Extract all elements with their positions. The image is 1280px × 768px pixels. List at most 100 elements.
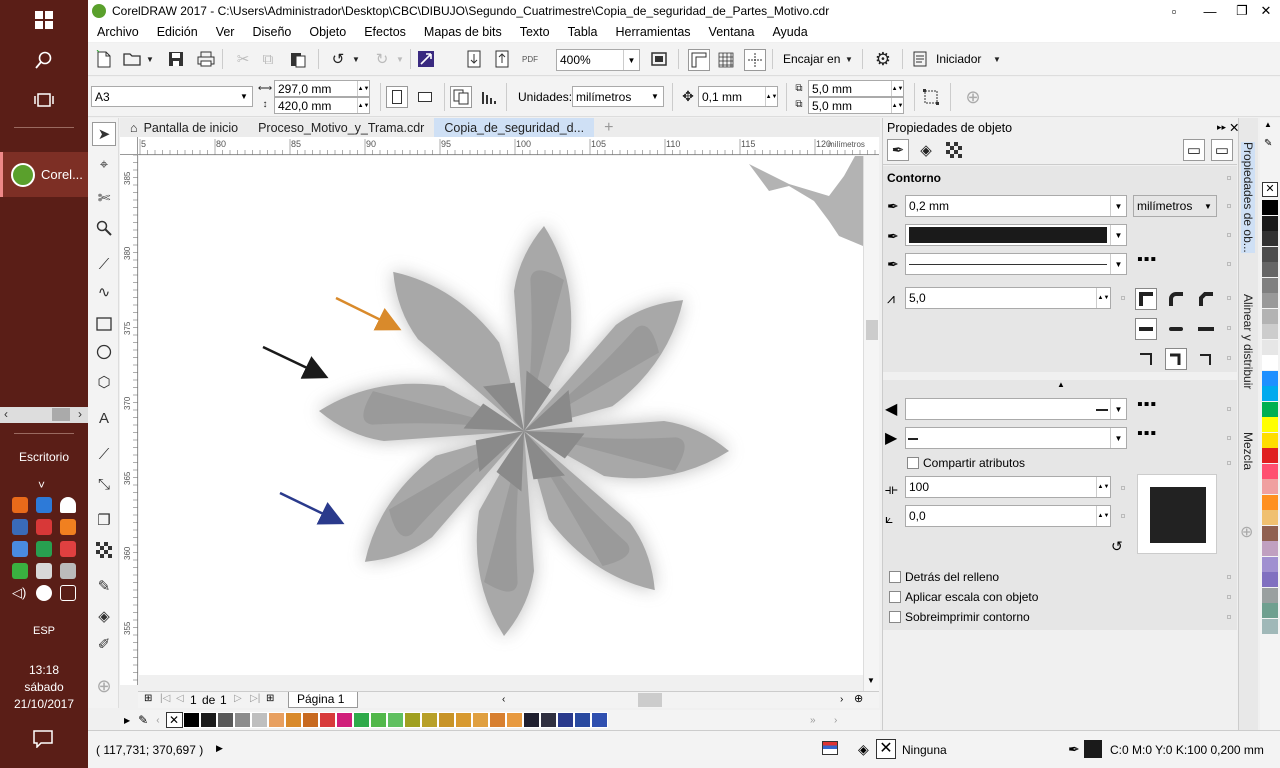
chevron-down-icon[interactable]: ▼ — [1110, 196, 1126, 216]
shape-tool-icon[interactable]: ⌖ — [92, 152, 116, 176]
chevron-down-icon[interactable]: ˅ — [38, 478, 45, 492]
color-swatch[interactable] — [1262, 479, 1278, 494]
text-tool-icon[interactable]: A — [92, 406, 116, 430]
spin-icon[interactable]: ▲▼ — [357, 98, 369, 113]
full-screen-icon[interactable] — [648, 49, 670, 69]
scroll-right-icon[interactable]: › — [78, 407, 82, 421]
page-width-field[interactable]: 297,0 mm ▲▼ — [274, 80, 370, 97]
show-rulers-icon[interactable] — [688, 49, 710, 71]
color-swatch[interactable] — [1262, 215, 1278, 231]
ellipse-tool-icon[interactable] — [92, 340, 116, 364]
all-pages-icon[interactable] — [450, 86, 472, 108]
start-windows-icon[interactable] — [30, 6, 58, 34]
tray-app-icon[interactable] — [36, 497, 52, 513]
vertical-ruler[interactable]: 385 380 375 370 365 360 355 — [120, 155, 138, 685]
end-arrow-picker[interactable]: ▼ — [905, 427, 1127, 449]
tab-proceso[interactable]: Proceso_Motivo_y_Trama.cdr — [248, 118, 434, 137]
square-cap-icon[interactable] — [1195, 318, 1217, 340]
scroll-thumb[interactable] — [866, 320, 878, 340]
palette-expand-icon[interactable]: › — [834, 715, 837, 726]
centered-position-icon[interactable] — [1165, 348, 1187, 370]
tab-copia[interactable]: Copia_de_seguridad_d... — [434, 118, 595, 137]
dimension-tool-icon[interactable]: ⟋ — [92, 442, 116, 466]
new-tab-icon[interactable]: + — [594, 118, 623, 137]
chevron-down-icon[interactable]: ▼ — [1110, 428, 1126, 448]
miter-limit-field[interactable]: 5,0 ▲▼ — [905, 287, 1111, 309]
network-icon[interactable] — [60, 585, 76, 601]
menu-ventana[interactable]: Ventana — [700, 25, 764, 39]
fill-tab-icon[interactable]: ◈ — [915, 139, 937, 161]
menu-edición[interactable]: Edición — [148, 25, 207, 39]
color-swatch[interactable] — [301, 712, 319, 728]
open-folder-icon[interactable] — [122, 49, 142, 69]
menu-herramientas[interactable]: Herramientas — [607, 25, 700, 39]
first-page-icon[interactable]: |◁ — [160, 693, 170, 704]
behind-fill-checkbox[interactable] — [889, 571, 901, 583]
add-docker-icon[interactable]: ⊕ — [1240, 522, 1253, 542]
color-swatch[interactable] — [250, 712, 268, 728]
outline-width-field[interactable]: 0,2 mm ▼ — [905, 195, 1127, 217]
spin-icon[interactable]: ▲▼ — [357, 81, 369, 96]
eyedropper-tool-icon[interactable]: ✎ — [92, 574, 116, 598]
smart-fill-tool-icon[interactable]: ✐ — [92, 632, 116, 656]
color-swatch[interactable] — [1262, 587, 1278, 603]
color-swatch[interactable] — [1262, 572, 1278, 587]
show-guidelines-icon[interactable] — [744, 49, 766, 71]
add-icon[interactable]: ⊕ — [962, 86, 984, 108]
color-swatch[interactable] — [182, 712, 200, 728]
zoom-tool-icon[interactable] — [92, 216, 116, 240]
undo-icon[interactable]: ↺ — [328, 49, 348, 69]
scroll-down-icon[interactable]: ▼ — [867, 676, 875, 685]
menu-mapas-de-bits[interactable]: Mapas de bits — [415, 25, 511, 39]
launcher-icon[interactable] — [910, 49, 930, 69]
no-color-swatch[interactable]: ✕ — [165, 712, 183, 728]
color-swatch[interactable] — [437, 712, 455, 728]
crop-tool-icon[interactable]: ✄ — [92, 186, 116, 210]
status-expand-icon[interactable]: ▶ — [216, 743, 223, 754]
color-swatch[interactable] — [1262, 339, 1278, 355]
start-arrow-options-icon[interactable]: ▪▪▪ — [1137, 396, 1157, 414]
chevron-down-icon[interactable]: ▼ — [1110, 254, 1126, 274]
chevron-down-icon[interactable]: ▼ — [1200, 196, 1216, 216]
minimize-button[interactable]: — — [1192, 0, 1228, 22]
outline-units-combo[interactable]: milímetros ▼ — [1133, 195, 1217, 217]
connector-tool-icon[interactable]: ⤡ — [92, 472, 116, 496]
angle-field[interactable]: 0,0 ▲▼ — [905, 505, 1111, 527]
steam-icon[interactable] — [12, 519, 28, 535]
reset-icon[interactable]: ↺ — [1111, 538, 1123, 555]
color-swatch[interactable] — [1262, 386, 1278, 401]
tray-app-icon[interactable] — [60, 519, 76, 535]
horizontal-ruler[interactable]: 5 80 85 90 95 100 105 110 115 120 milímetros — [138, 137, 879, 155]
chevron-down-icon[interactable]: ▼ — [1110, 225, 1126, 245]
tray-app-icon[interactable] — [36, 585, 52, 601]
outline-tab-icon[interactable]: ✒ — [887, 139, 909, 161]
share-attributes-checkbox[interactable] — [907, 457, 919, 469]
color-swatch[interactable] — [1262, 603, 1278, 618]
tray-app-icon[interactable] — [60, 541, 76, 557]
color-swatch[interactable] — [1262, 262, 1278, 277]
scale-with-object-checkbox[interactable] — [889, 591, 901, 603]
color-swatch[interactable] — [284, 712, 302, 728]
color-proof-icon[interactable] — [822, 741, 838, 755]
undo-dropdown-icon[interactable]: ▼ — [350, 49, 362, 69]
prev-page-icon[interactable]: ◁ — [176, 693, 184, 704]
spin-icon[interactable]: ▲▼ — [891, 81, 903, 96]
color-swatch[interactable] — [1262, 401, 1278, 417]
tab-blend[interactable]: Mezcla — [1241, 432, 1255, 470]
color-swatch[interactable] — [590, 712, 608, 728]
chevron-down-icon[interactable]: ▼ — [647, 87, 663, 106]
gear-icon[interactable]: ⚙ — [872, 49, 894, 69]
color-swatch[interactable] — [1262, 293, 1278, 308]
outline-color-picker[interactable]: ▼ — [905, 224, 1127, 246]
color-swatch[interactable] — [1262, 231, 1278, 246]
taskbar-scrollbar[interactable]: ‹ › — [0, 407, 88, 423]
spin-icon[interactable]: ▲▼ — [891, 98, 903, 113]
hscroll-thumb[interactable] — [638, 693, 662, 707]
color-swatch[interactable] — [233, 712, 251, 728]
export-down-icon[interactable] — [492, 49, 512, 69]
spin-icon[interactable]: ▲▼ — [1096, 288, 1110, 308]
color-swatch[interactable] — [1262, 448, 1278, 463]
menu-tabla[interactable]: Tabla — [559, 25, 607, 39]
blue-arrow[interactable] — [279, 491, 345, 525]
import-icon[interactable] — [416, 49, 436, 69]
